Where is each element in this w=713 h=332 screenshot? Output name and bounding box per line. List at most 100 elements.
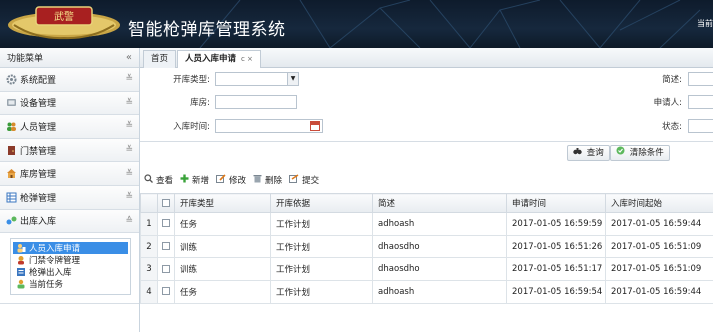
emblem-logo: 武警 bbox=[6, 5, 122, 41]
sidebar-item-system-config[interactable]: 系统配置 ≚ bbox=[0, 68, 139, 92]
status-label: 状态: bbox=[662, 122, 682, 132]
doc-icon bbox=[16, 267, 26, 277]
tab-close-icon[interactable]: c × bbox=[241, 55, 253, 63]
cell-basis: 工作计划 bbox=[270, 234, 373, 259]
cell-description: adhoash bbox=[372, 212, 507, 236]
submenu-item-current-task[interactable]: 当前任务 bbox=[13, 278, 128, 290]
submenu-item-label: 当前任务 bbox=[29, 280, 64, 291]
sidebar-item-personnel[interactable]: 人员管理 ≚ bbox=[0, 115, 139, 139]
cell-apply-time: 2017-01-05 16:59:54 bbox=[506, 280, 606, 304]
collapse-sidebar-icon[interactable]: « bbox=[126, 52, 132, 63]
sidebar-item-label: 设备管理 bbox=[20, 99, 57, 110]
edit-button[interactable]: 修改 bbox=[216, 174, 246, 186]
sidebar-item-label: 库房管理 bbox=[20, 170, 57, 181]
cell-start-time: 2017-01-05 16:59:44 bbox=[605, 212, 713, 236]
open-type-label: 开库类型: bbox=[173, 75, 210, 85]
application-table: 开库类型 开库依据 简述 申请时间 入库时间起始 1 任务 工作计划 adhoa… bbox=[140, 193, 713, 304]
add-button[interactable]: 新增 bbox=[180, 174, 209, 186]
gear-icon bbox=[6, 74, 17, 85]
submenu-item-token[interactable]: 门禁令牌管理 bbox=[13, 254, 128, 266]
sidebar: 功能菜单 « 系统配置 ≚ 设备管理 ≚ 人员管理 ≚ 门禁管理 ≚ 库房管理 bbox=[0, 48, 140, 332]
column-header[interactable]: 入库时间起始 bbox=[605, 193, 713, 213]
grid-icon bbox=[6, 192, 17, 203]
table-row[interactable]: 4 任务 工作计划 adhoash 2017-01-05 16:59:54 20… bbox=[140, 280, 713, 304]
rownum-header bbox=[140, 193, 158, 213]
submenu-item-personnel-entry[interactable]: 人员入库申请 bbox=[13, 242, 128, 255]
query-button[interactable]: 查询 bbox=[567, 145, 610, 161]
tab-label: 首页 bbox=[151, 54, 169, 64]
cell-start-time: 2017-01-05 16:51:09 bbox=[605, 234, 713, 259]
cell-basis: 工作计划 bbox=[270, 257, 373, 282]
header-current-user: 当前 bbox=[697, 19, 713, 28]
view-button[interactable]: 查看 bbox=[144, 174, 173, 186]
edit-button-label: 修改 bbox=[229, 176, 247, 186]
sidebar-item-label: 系统配置 bbox=[20, 75, 57, 86]
tab-home[interactable]: 首页 bbox=[143, 50, 177, 68]
sidebar-item-inout[interactable]: 出库入库 ≙ bbox=[0, 209, 139, 234]
tab-bar: 首页 人员入库申请 c × bbox=[140, 48, 713, 69]
search-form: 开库类型: ▼ 库房: 入库时间: 简述: 申请人: 状态: bbox=[140, 68, 713, 142]
row-number: 3 bbox=[140, 257, 158, 282]
chevron-down-icon: ≚ bbox=[125, 121, 133, 132]
storeroom-input[interactable] bbox=[215, 95, 297, 109]
submenu-list: 人员入库申请 门禁令牌管理 枪弹出入库 当前任务 bbox=[10, 238, 131, 296]
cell-apply-time: 2017-01-05 16:59:59 bbox=[506, 212, 606, 236]
task-icon bbox=[16, 279, 26, 289]
cell-start-time: 2017-01-05 16:59:44 bbox=[605, 280, 713, 304]
table-row[interactable]: 1 任务 工作计划 adhoash 2017-01-05 16:59:59 20… bbox=[140, 212, 713, 236]
calendar-icon[interactable] bbox=[310, 121, 320, 131]
table-row[interactable]: 2 训练 工作计划 dhaosdho 2017-01-05 16:51:26 2… bbox=[140, 234, 713, 259]
chevron-down-icon: ≚ bbox=[125, 192, 133, 203]
column-header[interactable]: 申请时间 bbox=[506, 193, 606, 213]
view-button-label: 查看 bbox=[156, 176, 174, 186]
users-icon bbox=[6, 121, 17, 132]
sidebar-item-label: 出库入库 bbox=[20, 217, 57, 228]
table-row[interactable]: 3 训练 工作计划 dhaosdho 2017-01-05 16:51:17 2… bbox=[140, 257, 713, 282]
row-checkbox[interactable] bbox=[157, 257, 175, 282]
submit-button[interactable]: 提交 bbox=[289, 174, 319, 186]
tab-personnel-entry[interactable]: 人员入库申请 c × bbox=[177, 50, 261, 69]
cell-description: dhaosdho bbox=[372, 234, 507, 259]
column-header[interactable]: 简述 bbox=[372, 193, 507, 213]
delete-button[interactable]: 删除 bbox=[253, 174, 282, 186]
column-header[interactable]: 开库类型 bbox=[174, 193, 271, 213]
row-number: 4 bbox=[140, 280, 158, 304]
sidebar-submenu: 人员入库申请 门禁令牌管理 枪弹出入库 当前任务 bbox=[0, 233, 139, 305]
plus-icon bbox=[180, 174, 189, 186]
row-checkbox[interactable] bbox=[157, 234, 175, 259]
storeroom-label: 库房: bbox=[190, 98, 210, 108]
status-input[interactable] bbox=[688, 119, 713, 133]
description-input[interactable] bbox=[688, 72, 713, 86]
select-all-checkbox[interactable] bbox=[157, 193, 175, 213]
applicant-input[interactable] bbox=[688, 95, 713, 109]
row-checkbox[interactable] bbox=[157, 280, 175, 304]
row-number: 1 bbox=[140, 212, 158, 236]
sidebar-title: 功能菜单 bbox=[7, 54, 44, 64]
sidebar-item-access-control[interactable]: 门禁管理 ≚ bbox=[0, 138, 139, 163]
sidebar-item-device[interactable]: 设备管理 ≚ bbox=[0, 91, 139, 116]
entry-time-input[interactable] bbox=[215, 119, 323, 133]
search-icon bbox=[144, 174, 153, 186]
row-checkbox[interactable] bbox=[157, 212, 175, 236]
pencil-icon bbox=[216, 174, 226, 186]
cell-description: dhaosdho bbox=[372, 257, 507, 282]
clear-button[interactable]: 清除条件 bbox=[610, 145, 670, 161]
column-header[interactable]: 开库依据 bbox=[270, 193, 373, 213]
checkbox-icon bbox=[162, 219, 170, 228]
sidebar-item-storeroom[interactable]: 库房管理 ≚ bbox=[0, 162, 139, 186]
open-type-select[interactable]: ▼ bbox=[215, 72, 299, 86]
sidebar-item-weapons[interactable]: 枪弹管理 ≚ bbox=[0, 185, 139, 210]
binoculars-icon bbox=[573, 146, 582, 160]
chevron-down-icon: ≚ bbox=[125, 145, 133, 156]
checkbox-icon bbox=[162, 242, 170, 251]
cell-apply-time: 2017-01-05 16:51:17 bbox=[506, 257, 606, 282]
submenu-item-label: 门禁令牌管理 bbox=[29, 256, 81, 267]
add-button-label: 新增 bbox=[192, 176, 210, 186]
table-header-row: 开库类型 开库依据 简述 申请时间 入库时间起始 bbox=[140, 193, 713, 213]
cell-description: adhoash bbox=[372, 280, 507, 304]
transfer-icon bbox=[6, 215, 17, 226]
submenu-item-weapon-inout[interactable]: 枪弹出入库 bbox=[13, 266, 128, 278]
submit-button-label: 提交 bbox=[302, 176, 320, 186]
applicant-label: 申请人: bbox=[653, 98, 682, 108]
app-header: 武警 智能枪弹库管理系统 当前 bbox=[0, 0, 713, 48]
